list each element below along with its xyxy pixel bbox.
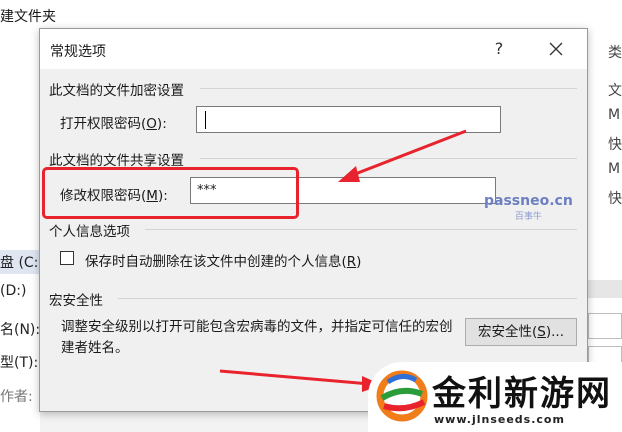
arrow-head-1 — [338, 166, 360, 182]
logo-text: 金利新游网 — [432, 374, 612, 414]
logo-url: www.jlnseeds.com — [434, 413, 565, 426]
arrow-to-bottom — [219, 369, 371, 386]
arrow-to-modify-field — [349, 129, 467, 178]
site-logo: 金利新游网 www.jlnseeds.com — [368, 362, 622, 432]
logo-e-icon — [376, 370, 428, 422]
passneo-watermark: passneo.cn 百事牛 — [484, 193, 573, 222]
